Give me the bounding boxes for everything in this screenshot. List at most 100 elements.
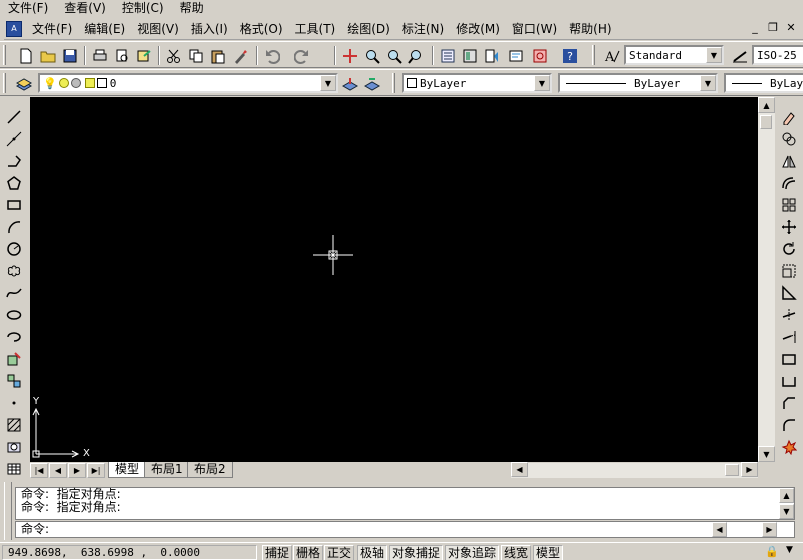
first-tab-icon[interactable]: |◀ [30, 463, 48, 478]
drawing-area[interactable]: Y X [30, 97, 758, 462]
layer-lock-icon[interactable] [84, 78, 95, 88]
tab-model[interactable]: 模型 [108, 462, 147, 478]
model-toggle[interactable]: 模型 [533, 545, 564, 560]
help-icon[interactable]: ? [560, 46, 580, 65]
open-folder-icon[interactable] [38, 46, 58, 65]
layer-select[interactable]: 💡 0 ▼ [38, 73, 338, 93]
toolbar-grip[interactable] [3, 73, 6, 93]
redo-icon[interactable] [292, 46, 312, 65]
zoom-previous-icon[interactable] [406, 46, 426, 65]
scroll-left-icon[interactable]: ◀ [511, 462, 528, 477]
construction-line-icon[interactable] [4, 129, 24, 148]
explode-icon[interactable] [779, 437, 799, 456]
polar-toggle[interactable]: 极轴 [357, 545, 388, 560]
array-icon[interactable] [779, 195, 799, 214]
scroll-right-icon[interactable]: ▶ [741, 462, 758, 477]
chevron-down-icon[interactable]: ▼ [320, 75, 336, 91]
match-properties-icon[interactable] [230, 46, 250, 65]
toolbar-grip[interactable] [392, 73, 395, 93]
hatch-icon[interactable] [4, 415, 24, 434]
last-tab-icon[interactable]: ▶| [87, 463, 105, 478]
cut-icon[interactable] [164, 46, 184, 65]
revision-cloud-icon[interactable] [4, 261, 24, 280]
tool-palettes-icon[interactable] [482, 46, 502, 65]
chevron-down-icon[interactable]: ▼ [706, 47, 722, 63]
pan-icon[interactable] [340, 46, 360, 65]
design-center-icon[interactable] [460, 46, 480, 65]
save-icon[interactable] [60, 46, 80, 65]
text-style-icon[interactable]: A [602, 46, 622, 65]
menu-help[interactable]: 帮助(H) [563, 20, 617, 37]
lineweight-select[interactable]: ByLaye [724, 73, 803, 93]
polygon-icon[interactable] [4, 173, 24, 192]
tab-layout1[interactable]: 布局1 [144, 462, 190, 478]
table-icon[interactable] [4, 459, 24, 478]
insert-block-icon[interactable] [4, 349, 24, 368]
new-file-icon[interactable] [16, 46, 36, 65]
extend-icon[interactable] [779, 327, 799, 346]
ortho-toggle[interactable]: 正交 [324, 545, 355, 560]
menu-dimension[interactable]: 标注(N) [396, 20, 450, 37]
print-icon[interactable] [90, 46, 110, 65]
scale-icon[interactable] [779, 261, 799, 280]
grid-toggle[interactable]: 栅格 [293, 545, 324, 560]
layer-manager-icon[interactable] [14, 74, 34, 93]
outer-menu-help[interactable]: 帮助 [172, 1, 212, 16]
layer-viewport-icon[interactable] [70, 78, 81, 88]
spline-icon[interactable] [4, 283, 24, 302]
cmd-scroll-down-icon[interactable]: ▼ [779, 504, 794, 519]
scroll-thumb[interactable] [760, 115, 772, 129]
next-tab-icon[interactable]: ▶ [68, 463, 86, 478]
circle-icon[interactable] [4, 239, 24, 258]
dim-style-icon[interactable] [730, 46, 750, 65]
print-preview-icon[interactable] [112, 46, 132, 65]
scroll-thumb[interactable] [725, 464, 739, 476]
vertical-scrollbar[interactable]: ▲ ▼ [758, 97, 775, 462]
restore-button[interactable]: ❐ [765, 21, 781, 35]
fillet-icon[interactable] [779, 415, 799, 434]
scroll-down-icon[interactable]: ▼ [758, 446, 775, 462]
sheet-set-icon[interactable] [506, 46, 526, 65]
break-icon[interactable] [779, 349, 799, 368]
menu-modify[interactable]: 修改(M) [450, 20, 506, 37]
region-icon[interactable] [4, 437, 24, 456]
rectangle-icon[interactable] [4, 195, 24, 214]
command-window-grip[interactable] [4, 482, 12, 540]
toolbar-grip[interactable] [3, 45, 6, 65]
layer-previous-icon[interactable] [362, 74, 382, 93]
move-icon[interactable] [779, 217, 799, 236]
command-input[interactable]: 命令: [15, 521, 795, 538]
line-icon[interactable] [4, 107, 24, 126]
menu-format[interactable]: 格式(O) [234, 20, 289, 37]
lineweight-toggle[interactable]: 线宽 [501, 545, 532, 560]
menu-tools[interactable]: 工具(T) [289, 20, 342, 37]
coordinate-readout[interactable]: 949.8698, 638.6998 , 0.0000 [2, 545, 257, 560]
erase-icon[interactable] [779, 107, 799, 126]
status-menu-icon[interactable]: ▼ [786, 545, 793, 555]
comm-center-icon[interactable]: 🔒 [765, 545, 779, 558]
outer-menu-control[interactable]: 控制(C) [114, 1, 172, 16]
point-icon[interactable] [4, 393, 24, 412]
menu-window[interactable]: 窗口(W) [506, 20, 563, 37]
outer-menu-view[interactable]: 查看(V) [56, 1, 114, 16]
otrack-toggle[interactable]: 对象追踪 [445, 545, 500, 560]
layer-freeze-icon[interactable] [58, 78, 69, 88]
menu-insert[interactable]: 插入(I) [185, 20, 234, 37]
toolbar-grip[interactable] [592, 45, 595, 65]
trim-icon[interactable] [779, 305, 799, 324]
ellipse-arc-icon[interactable] [4, 327, 24, 346]
properties-icon[interactable] [438, 46, 458, 65]
copy-object-icon[interactable] [779, 129, 799, 148]
menu-edit[interactable]: 编辑(E) [78, 20, 131, 37]
make-layer-current-icon[interactable] [340, 74, 360, 93]
minimize-button[interactable]: _ [747, 21, 763, 35]
close-button[interactable]: ✕ [783, 21, 799, 35]
color-select[interactable]: ByLayer ▼ [402, 73, 552, 93]
menu-file[interactable]: 文件(F) [26, 20, 78, 37]
text-style-select[interactable]: Standard ▼ [624, 45, 724, 65]
rotate-icon[interactable] [779, 239, 799, 258]
chevron-down-icon[interactable]: ▼ [700, 75, 716, 91]
cmd-scroll-up-icon[interactable]: ▲ [779, 488, 794, 503]
menu-draw[interactable]: 绘图(D) [341, 20, 396, 37]
cmd-scroll-right-icon[interactable]: ▶ [762, 522, 777, 537]
